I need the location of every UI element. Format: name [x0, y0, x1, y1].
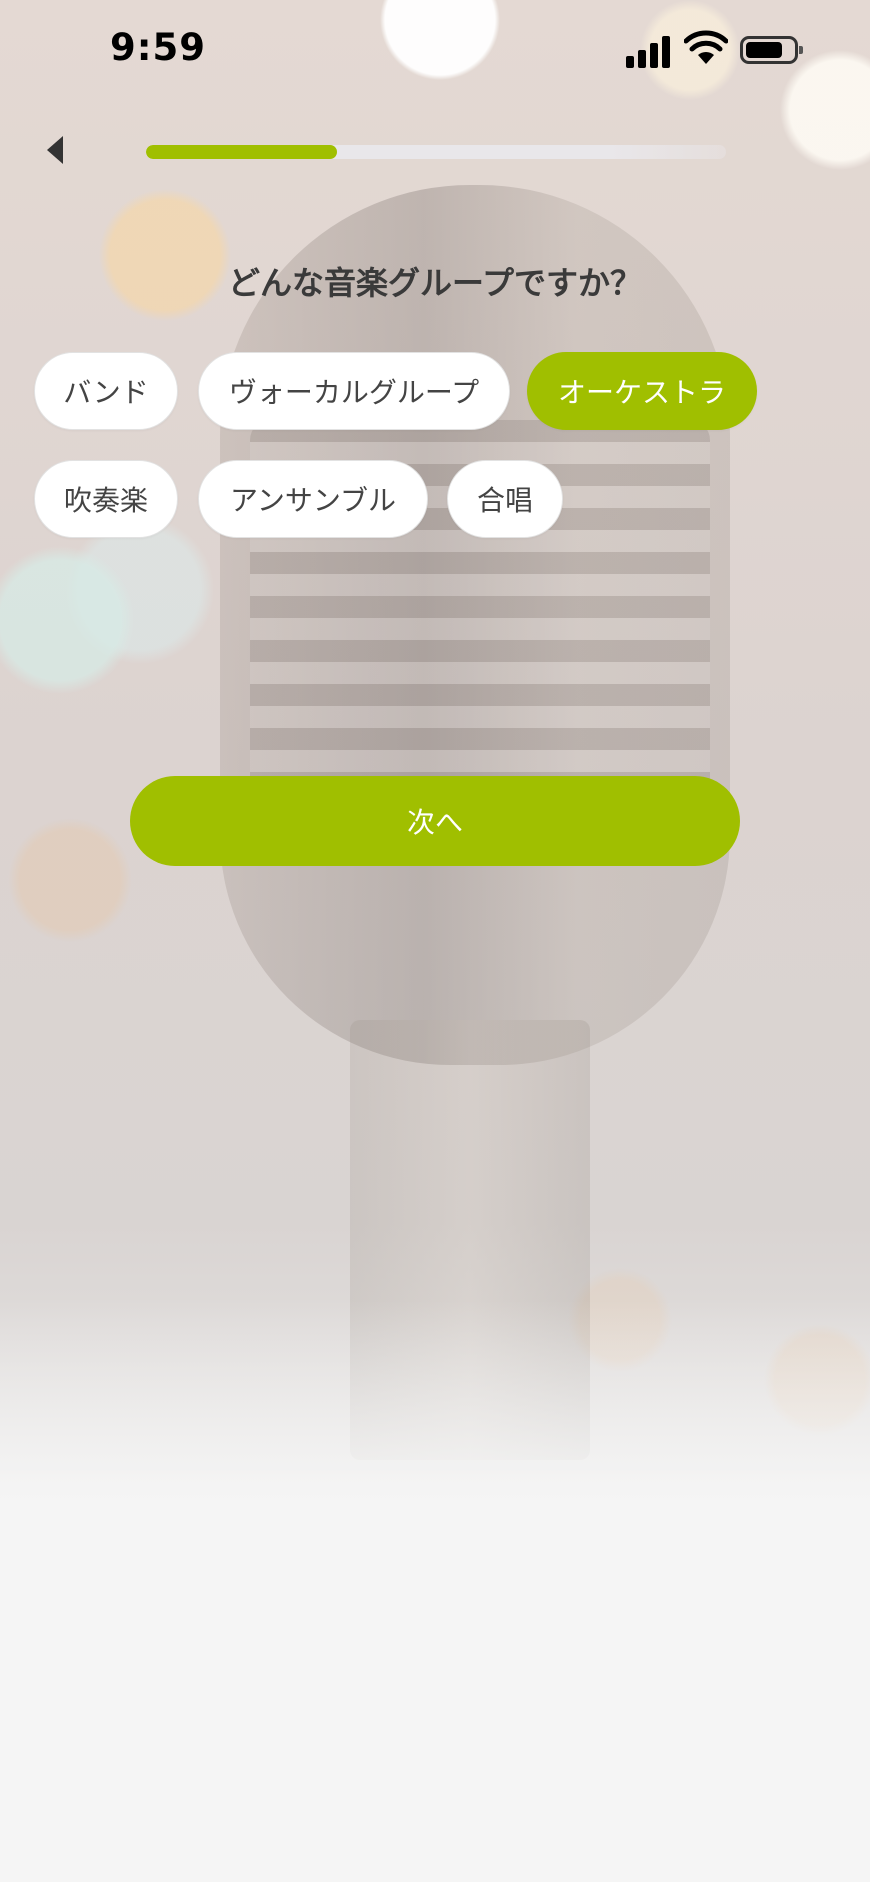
option-chip-label: 吹奏楽 [63, 484, 148, 517]
option-chip-choir[interactable]: 合唱 [447, 460, 563, 538]
option-chip-orchestra[interactable]: オーケストラ [527, 352, 757, 430]
option-chip-vocal-group[interactable]: ヴォーカルグループ [198, 352, 510, 430]
option-chip-band[interactable]: バンド [34, 352, 178, 430]
next-button-label: 次へ [406, 806, 463, 839]
option-chip-ensemble[interactable]: アンサンブル [198, 460, 428, 538]
option-chip-label: アンサンブル [229, 484, 397, 517]
option-chip-label: オーケストラ [557, 376, 726, 409]
option-chips: バンド ヴォーカルグループ オーケストラ 吹奏楽 アンサンブル 合唱 [0, 0, 870, 600]
option-chip-wind-band[interactable]: 吹奏楽 [34, 460, 178, 538]
background-fade [0, 1300, 870, 1882]
option-chip-label: ヴォーカルグループ [228, 376, 480, 409]
next-button[interactable]: 次へ [130, 776, 740, 866]
option-chip-label: 合唱 [476, 484, 533, 517]
option-chip-label: バンド [63, 376, 149, 409]
